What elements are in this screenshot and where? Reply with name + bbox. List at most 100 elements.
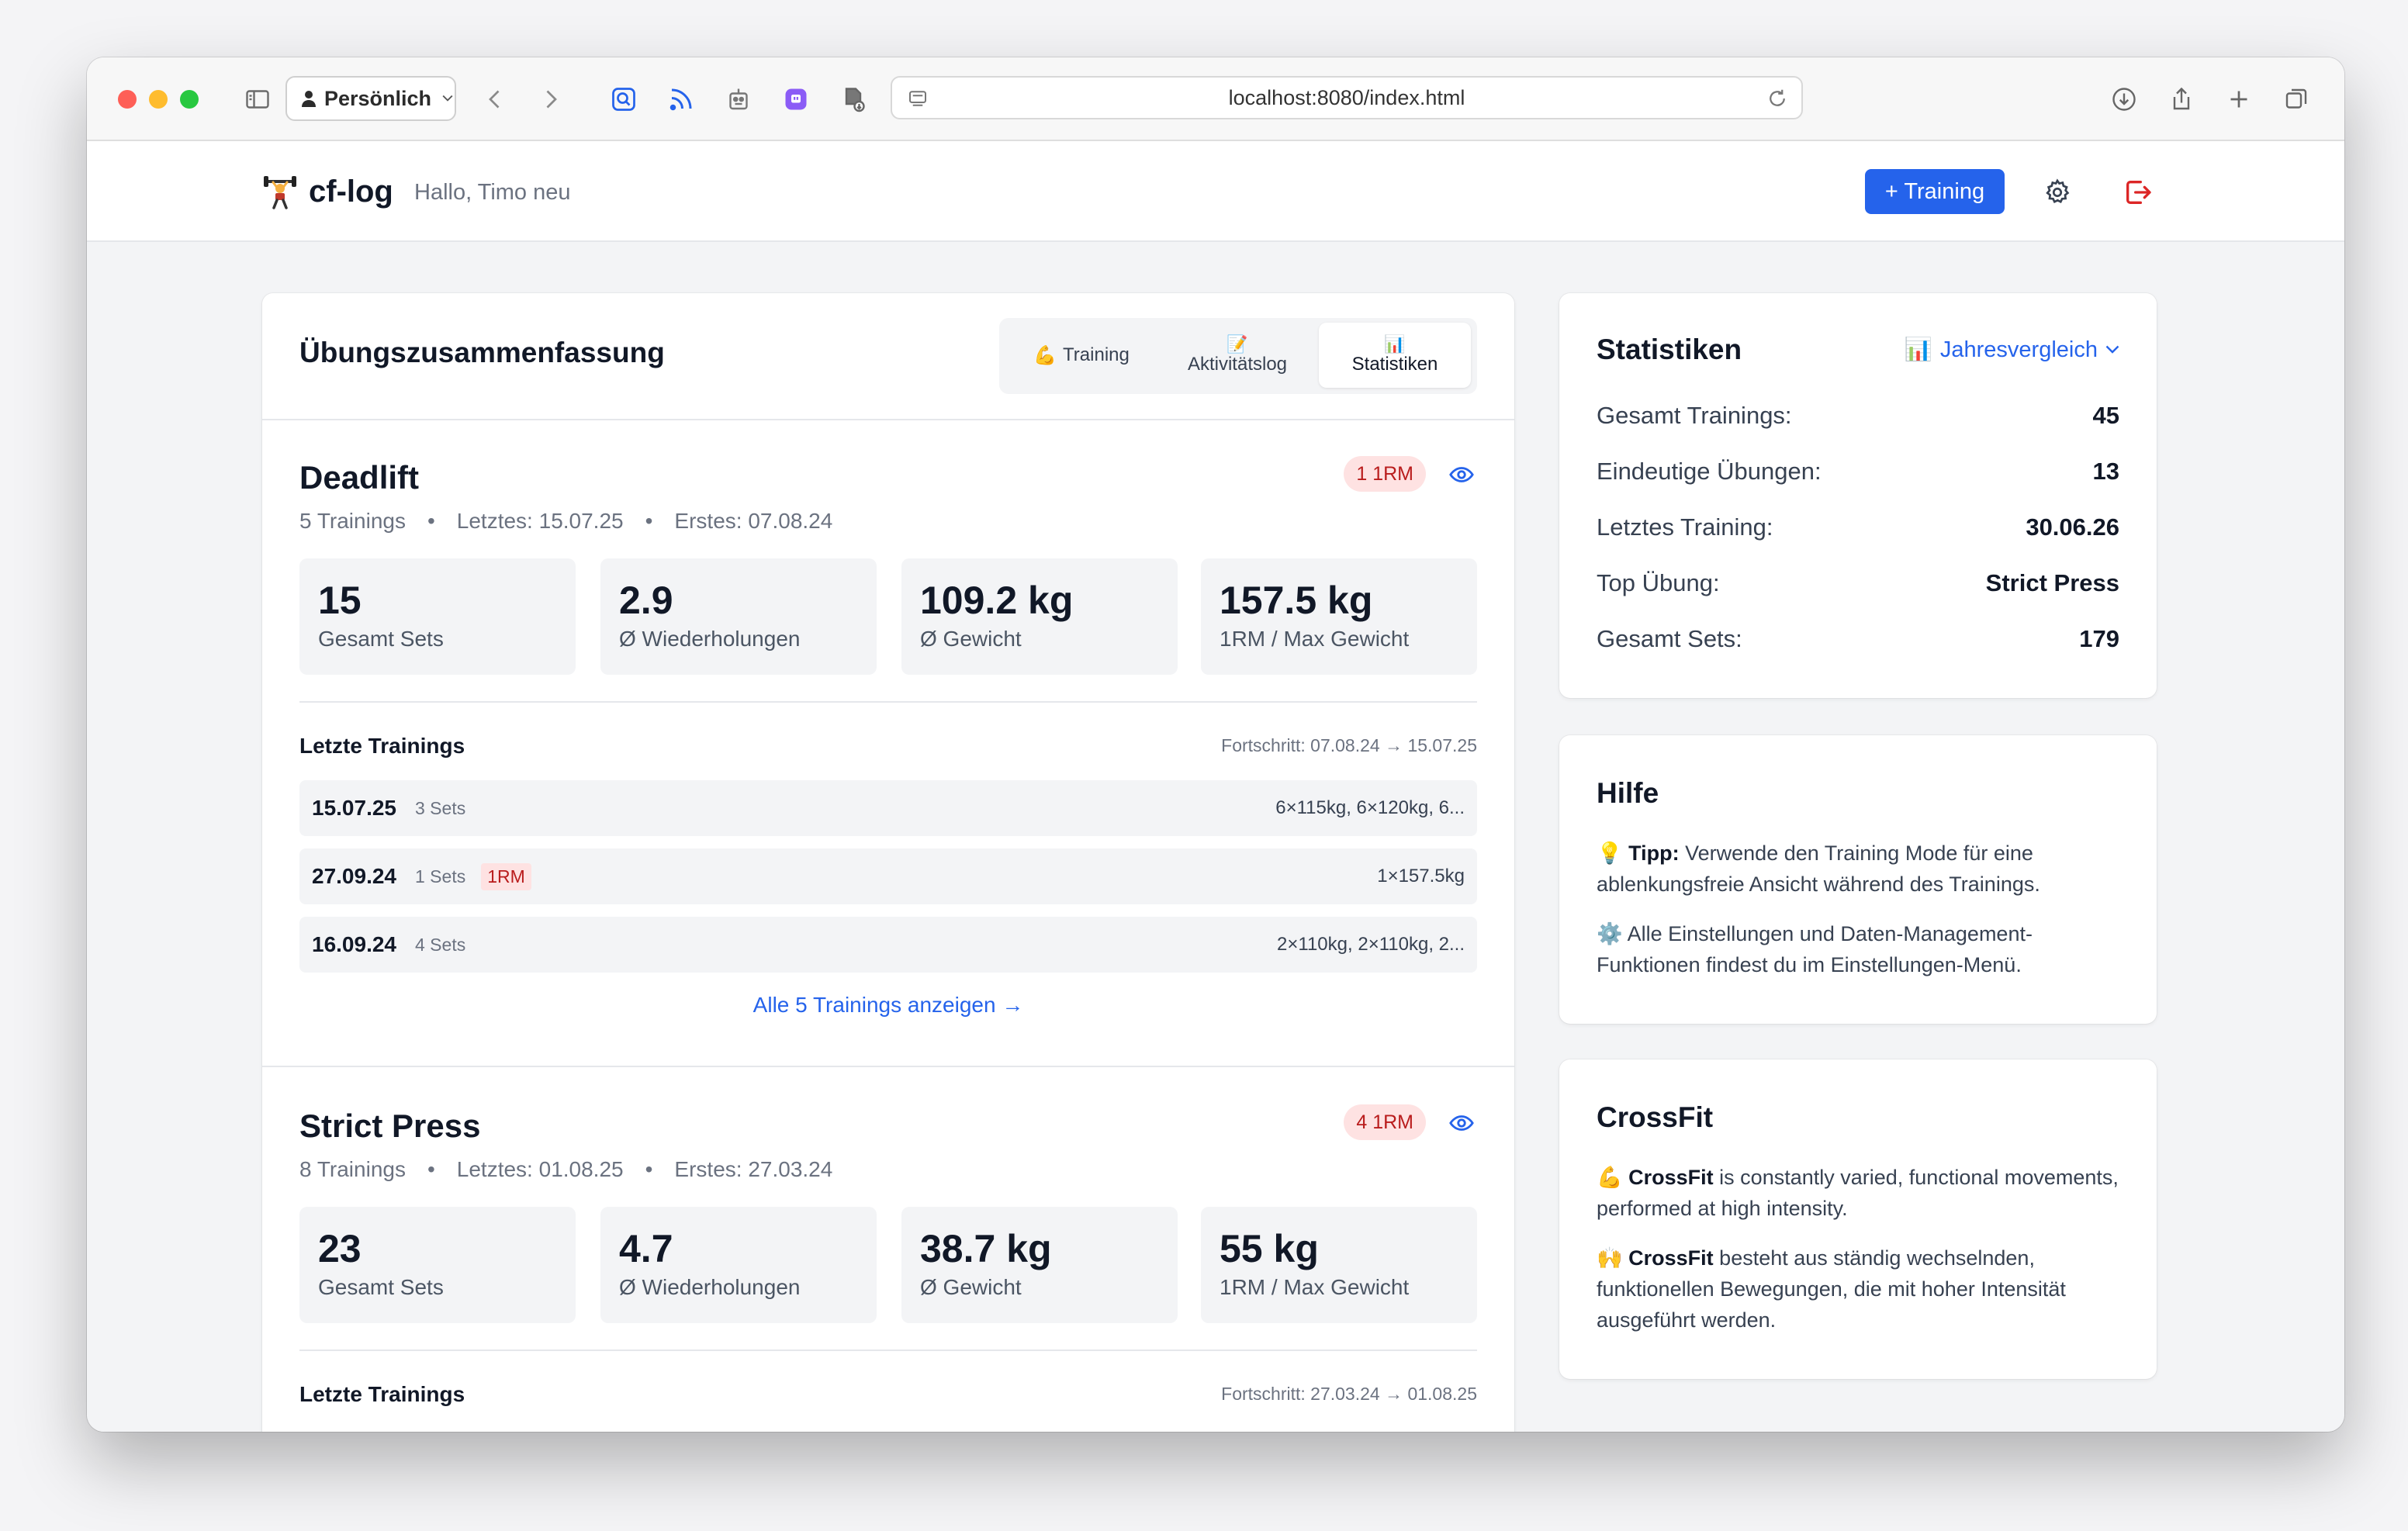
logo[interactable]: cf-log [262, 174, 393, 209]
crossfit-de-paragraph: 🙌 CrossFit besteht aus ständig wechselnd… [1597, 1242, 2119, 1336]
stat-value: 13 [2092, 458, 2119, 485]
stat-label: Gesamt Sets [318, 627, 444, 651]
greeting-text: Hallo, Timo neu [414, 180, 571, 205]
session-weights: 6×115kg, 6×120kg, 6... [1275, 797, 1465, 818]
stat-value: 23 [318, 1227, 362, 1270]
stat-value: 55 kg [1220, 1227, 1319, 1270]
progress-range: Fortschritt: 07.08.24 → 15.07.25 [1221, 735, 1477, 755]
stat-value: 4.7 [619, 1227, 673, 1270]
session-weights: 2×110kg, 2×110kg, 2... [1277, 934, 1465, 955]
first-date: Erstes: 07.08.24 [674, 509, 833, 533]
stat-label: Ø Gewicht [920, 627, 1022, 651]
stat-value: 157.5 kg [1220, 579, 1373, 622]
training-count: 8 Trainings [299, 1157, 406, 1181]
tab-training[interactable]: 💪 Training [1005, 323, 1157, 388]
session-row[interactable]: 15.07.25 3 Sets 6×115kg, 6×120kg, 6... [299, 780, 1477, 836]
downloads-icon[interactable] [2104, 79, 2144, 119]
session-row[interactable]: 16.09.24 4 Sets 2×110kg, 2×110kg, 2... [299, 917, 1477, 973]
exercise-summary-card: Übungszusammenfassung 💪 Training 📝 Aktiv… [262, 293, 1514, 1432]
settings-paragraph: ⚙️ Alle Einstellungen und Daten-Manageme… [1597, 918, 2119, 980]
add-training-button[interactable]: + Training [1865, 169, 2005, 214]
exercise-section-deadlift: Deadlift 1 1RM 5 Trainings • Letztes: 15… [299, 456, 1477, 1049]
bar-chart-icon: 📊 [1904, 337, 1932, 362]
browser-toolbar: Persönlich localhost:8080/index.html [87, 57, 2344, 141]
stat-row: Top Übung: Strict Press [1597, 569, 2119, 597]
gear-icon[interactable] [2039, 174, 2076, 211]
tip-paragraph: 💡 Tipp: Verwende den Training Mode für e… [1597, 838, 2119, 900]
tab-overview-icon[interactable] [2276, 79, 2316, 119]
stat-key: Top Übung: [1597, 569, 1720, 596]
memo-icon: 📝 [1226, 334, 1248, 354]
tip-label: Tipp: [1628, 842, 1680, 865]
exercise-meta: 5 Trainings • Letztes: 15.07.25 • Erstes… [299, 509, 832, 534]
statistics-title: Statistiken [1597, 334, 1742, 365]
logout-icon[interactable] [2119, 174, 2157, 211]
back-icon[interactable] [475, 79, 515, 119]
light-bulb-icon: 💡 [1597, 842, 1623, 865]
progress-range: Fortschritt: 27.03.24 → 01.08.25 [1221, 1384, 1477, 1404]
minimize-window-button[interactable] [149, 90, 168, 109]
stat-box: 2.9 Ø Wiederholungen [600, 558, 877, 675]
stat-box: 55 kg 1RM / Max Gewicht [1201, 1207, 1477, 1323]
show-all-trainings-link[interactable]: Alle 5 Trainings anzeigen → [299, 993, 1477, 1018]
divider [299, 1350, 1477, 1351]
last-date: Letztes: 15.07.25 [456, 509, 624, 533]
divider [262, 1066, 1514, 1067]
search-extension-icon[interactable] [604, 79, 644, 119]
forward-icon[interactable] [531, 79, 571, 119]
summary-title: Übungszusammenfassung [299, 337, 665, 368]
weightlifter-icon [262, 174, 298, 209]
share-icon[interactable] [2161, 79, 2202, 119]
stat-box: 157.5 kg 1RM / Max Gewicht [1201, 558, 1477, 675]
reload-icon[interactable] [1766, 87, 1789, 110]
rss-icon[interactable] [661, 79, 701, 119]
flexed-arm-icon: 💪 [1033, 344, 1057, 366]
close-window-button[interactable] [118, 90, 137, 109]
tab-statistics[interactable]: 📊 Statistiken [1319, 323, 1471, 388]
app-extension-icon[interactable] [776, 79, 816, 119]
brand-name: cf-log [309, 174, 393, 209]
session-sets: 1 Sets [415, 866, 466, 886]
selector-label: Jahresvergleich [1939, 337, 2098, 362]
app-header: cf-log Hallo, Timo neu + Training [87, 141, 2344, 242]
stat-key: Eindeutige Übungen: [1597, 458, 1822, 485]
separator-dot: • [427, 1157, 435, 1181]
help-title: Hilfe [1597, 777, 1659, 809]
stat-box: 4.7 Ø Wiederholungen [600, 1207, 877, 1323]
crossfit-card: CrossFit 💪 CrossFit is constantly varied… [1559, 1059, 2157, 1379]
address-bar[interactable]: localhost:8080/index.html [891, 76, 1803, 119]
stat-box: 23 Gesamt Sets [299, 1207, 576, 1323]
download-doc-extension-icon[interactable] [833, 79, 874, 119]
stat-label: Ø Wiederholungen [619, 627, 801, 651]
browser-window: Persönlich localhost:8080/index.html cf-… [87, 57, 2344, 1432]
session-date: 27.09.24 [312, 864, 396, 888]
separator-dot: • [427, 509, 435, 533]
eye-icon[interactable] [1446, 459, 1477, 490]
exercise-name: Strict Press [299, 1108, 481, 1144]
person-icon [301, 90, 317, 107]
separator-dot: • [645, 509, 653, 533]
crossfit-title: CrossFit [1597, 1101, 1714, 1133]
tab-activity-log[interactable]: 📝 Aktivitätslog [1161, 323, 1314, 388]
recent-trainings-title: Letzte Trainings [299, 734, 465, 758]
new-tab-icon[interactable] [2219, 79, 2259, 119]
session-row[interactable]: 27.09.24 1 Sets 1RM 1×157.5kg [299, 848, 1477, 904]
tab-label: Aktivitätslog [1187, 354, 1288, 375]
stat-value: 38.7 kg [920, 1227, 1052, 1270]
robot-extension-icon[interactable] [718, 79, 759, 119]
app-viewport: cf-log Hallo, Timo neu + Training Übungs… [87, 141, 2344, 1432]
zoom-window-button[interactable] [180, 90, 199, 109]
last-date: Letztes: 01.08.25 [456, 1157, 624, 1181]
comparison-selector[interactable]: 📊 Jahresvergleich [1905, 337, 2119, 363]
exercise-name: Deadlift [299, 459, 420, 496]
stat-box: 38.7 kg Ø Gewicht [901, 1207, 1178, 1323]
sidebar-toggle-icon[interactable] [237, 79, 278, 119]
exercise-meta: 8 Trainings • Letztes: 01.08.25 • Erstes… [299, 1157, 832, 1182]
profile-selector[interactable]: Persönlich [285, 76, 456, 121]
eye-icon[interactable] [1446, 1108, 1477, 1139]
stat-key: Gesamt Trainings: [1597, 402, 1792, 429]
page-settings-icon[interactable] [906, 87, 929, 110]
separator-dot: • [645, 1157, 653, 1181]
divider [299, 701, 1477, 703]
gear-icon: ⚙️ [1597, 922, 1623, 945]
